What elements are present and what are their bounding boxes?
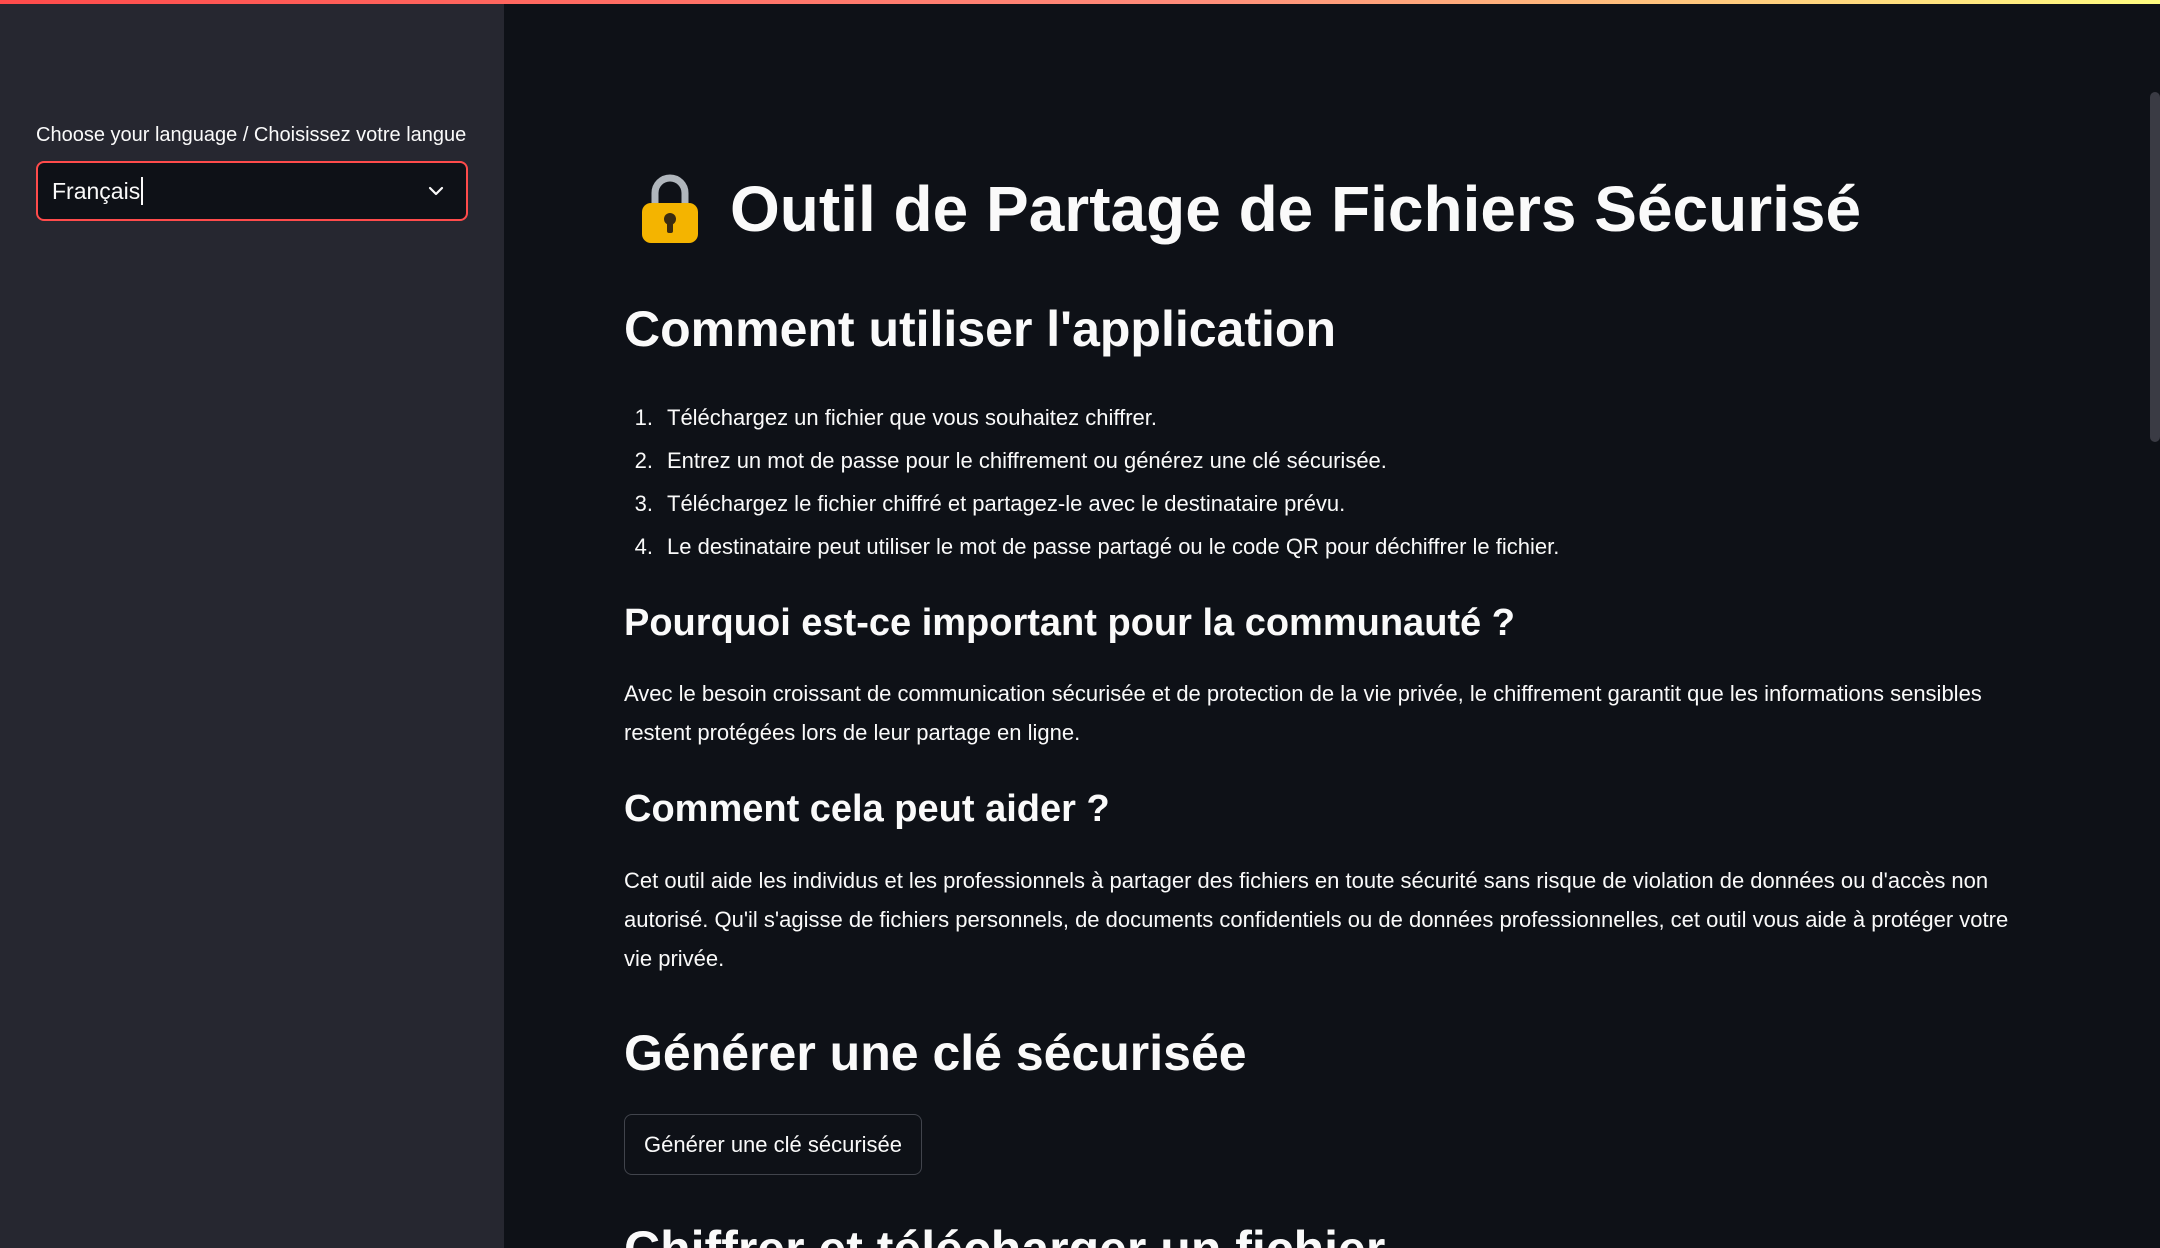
list-item: 3. Téléchargez le fichier chiffré et par… — [624, 482, 1559, 525]
encrypt-heading: Chiffrer et télécharger un fichier — [624, 1220, 1385, 1248]
chevron-down-icon[interactable] — [426, 181, 446, 201]
list-item: 4. Le destinataire peut utiliser le mot … — [624, 525, 1560, 568]
list-item: 2. Entrez un mot de passe pour le chiffr… — [624, 439, 1559, 482]
language-select[interactable]: Français — [36, 161, 468, 221]
page-title: Outil de Partage de Fichiers Sécurisé — [730, 173, 1862, 245]
list-number: 2. — [634, 448, 653, 473]
generate-key-button[interactable]: Générer une clé sécurisée — [624, 1114, 923, 1175]
sidebar: Choose your language / Choisissez votre … — [0, 0, 504, 1248]
main-content: Outil de Partage de Fichiers Sécurisé Co… — [504, 0, 2160, 1248]
how-to-heading: Comment utiliser l'application — [624, 301, 1336, 357]
text-cursor — [141, 177, 144, 205]
list-text: Entrez un mot de passe pour le chiffreme… — [667, 448, 1387, 473]
top-decoration-bar — [0, 0, 2160, 4]
why-heading: Pourquoi est-ce important pour la commun… — [624, 602, 1515, 644]
list-item: 1. Téléchargez un fichier que vous souha… — [624, 396, 1559, 439]
scrollbar[interactable] — [2150, 92, 2160, 442]
list-number: 1. — [634, 405, 653, 430]
generate-heading: Générer une clé sécurisée — [624, 1025, 1247, 1081]
list-number: 3. — [634, 491, 653, 516]
list-number: 4. — [634, 534, 653, 559]
help-paragraph: Cet outil aide les individus et les prof… — [624, 868, 2009, 971]
list-text: Le destinataire peut utiliser le mot de … — [667, 534, 1560, 559]
lock-icon — [642, 174, 698, 243]
language-select-value: Français — [52, 177, 141, 204]
language-select-label: Choose your language / Choisissez votre … — [36, 124, 467, 146]
list-text: Téléchargez un fichier que vous souhaite… — [667, 405, 1157, 430]
title-row: Outil de Partage de Fichiers Sécurisé — [640, 172, 1861, 246]
list-text: Téléchargez le fichier chiffré et partag… — [667, 491, 1346, 516]
steps-list: 1. Téléchargez un fichier que vous souha… — [624, 396, 1560, 568]
help-heading: Comment cela peut aider ? — [624, 788, 1110, 830]
why-paragraph: Avec le besoin croissant de communicatio… — [624, 681, 1982, 745]
